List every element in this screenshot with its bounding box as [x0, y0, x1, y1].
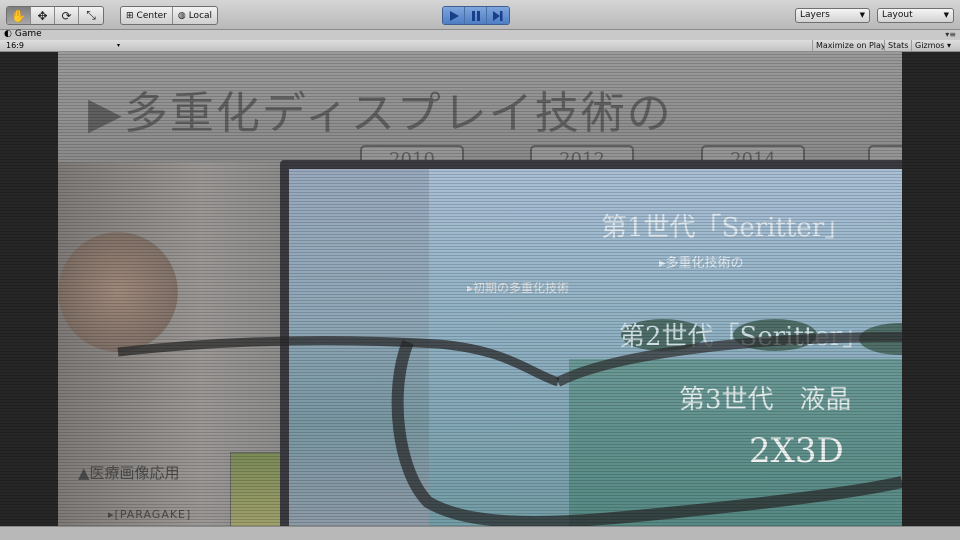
tab-menu-icon[interactable]: ▾≡ — [945, 30, 956, 39]
gizmos-dropdown[interactable]: Gizmos ▾ — [911, 40, 954, 51]
pivot-tools: ⊞ Center ◍ Local — [120, 6, 219, 25]
hand-icon: ✋ — [11, 8, 26, 23]
aspect-label: 16:9 — [6, 41, 24, 50]
pivot-local-button[interactable]: ◍ Local — [173, 7, 217, 24]
play-controls — [442, 6, 510, 25]
pivot-icon: ⊞ — [126, 10, 134, 21]
globe-icon: ◍ — [177, 10, 186, 21]
chevron-down-icon: ▾ — [947, 41, 952, 50]
move-icon: ✥ — [37, 8, 48, 23]
pause-button[interactable] — [465, 7, 487, 24]
hand-tool-button[interactable]: ✋ — [7, 7, 31, 24]
gizmos-label: Gizmos — [915, 41, 945, 50]
layout-dropdown[interactable]: Layout ▼ — [877, 8, 954, 23]
main-toolbar: ✋ ✥ ⟳ ⤡ ⊞ Center ◍ Local Layers ▼ Layout… — [0, 0, 960, 30]
layout-label: Layout — [882, 10, 913, 20]
game-icon: ◐ — [4, 29, 12, 39]
glasses-overlay — [117, 332, 902, 526]
chevron-down-icon: ▼ — [943, 11, 949, 19]
pause-icon — [471, 10, 480, 21]
move-tool-button[interactable]: ✥ — [31, 7, 55, 24]
tab-game[interactable]: ◐ Game — [4, 29, 42, 40]
game-tab-bar — [0, 30, 960, 40]
scale-icon: ⤡ — [86, 8, 96, 22]
play-button[interactable] — [443, 7, 465, 24]
pivot-label: Center — [136, 10, 167, 21]
space-label: Local — [188, 10, 213, 21]
aspect-ratio-dropdown[interactable]: 16:9 ▾ — [2, 41, 123, 50]
stats-label: Stats — [888, 41, 909, 50]
status-bar — [0, 526, 960, 540]
tab-game-label: Game — [14, 29, 42, 39]
chevron-down-icon: ▼ — [859, 11, 865, 19]
maximize-on-play-toggle[interactable]: Maximize on Play — [812, 40, 889, 51]
rotate-icon: ⟳ — [61, 8, 72, 23]
game-view-toolbar: 16:9 ▾ Maximize on Play Stats Gizmos ▾ — [0, 40, 960, 52]
step-button[interactable] — [487, 7, 509, 24]
game-viewport[interactable]: ▶多重化ディスプレイ技術の 2010 2012 2014 2 ▲医療画像応用 ▸… — [0, 52, 960, 526]
pivot-center-button[interactable]: ⊞ Center — [121, 7, 173, 24]
rotate-tool-button[interactable]: ⟳ — [55, 7, 79, 24]
layers-dropdown[interactable]: Layers ▼ — [795, 8, 870, 23]
chevron-down-icon: ▾ — [116, 42, 120, 49]
layers-label: Layers — [800, 10, 830, 20]
transform-tools: ✋ ✥ ⟳ ⤡ — [6, 6, 104, 25]
step-icon — [493, 10, 503, 21]
scale-tool-button[interactable]: ⤡ — [79, 7, 103, 24]
maximize-label: Maximize on Play — [816, 41, 886, 50]
stats-toggle[interactable]: Stats — [884, 40, 911, 51]
scene-render: ▶多重化ディスプレイ技術の 2010 2012 2014 2 ▲医療画像応用 ▸… — [58, 52, 902, 526]
play-icon — [449, 10, 459, 21]
